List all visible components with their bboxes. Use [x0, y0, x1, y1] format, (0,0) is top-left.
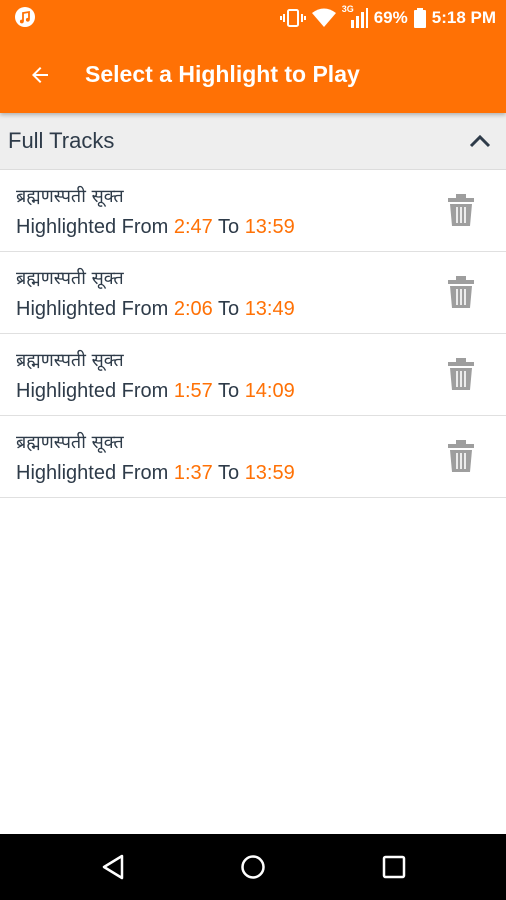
- to-label: To: [218, 216, 240, 238]
- battery-percent: 69%: [373, 8, 408, 27]
- status-icons: 3G 69% 5:18 PM: [279, 4, 496, 32]
- trash-icon: [448, 194, 474, 226]
- trash-icon: [448, 440, 474, 472]
- wifi-icon: [311, 8, 336, 28]
- battery-icon: [413, 8, 426, 28]
- track-title: ब्रह्मणस्पती सूक्त: [16, 186, 124, 207]
- to-time: 13:59: [244, 462, 295, 484]
- network-type-label: 3G: [341, 4, 354, 14]
- track-title: ब्रह्मणस्पती सूक्त: [16, 432, 124, 453]
- nav-back-icon: [102, 854, 124, 880]
- from-label: Highlighted From: [16, 462, 169, 484]
- to-label: To: [218, 298, 240, 320]
- page-title: Select a Highlight to Play: [85, 61, 360, 87]
- collapse-button[interactable]: [460, 121, 500, 161]
- to-label: To: [218, 462, 240, 484]
- section-header-full-tracks[interactable]: Full Tracks: [0, 113, 506, 170]
- nav-home-button[interactable]: [233, 847, 273, 887]
- highlight-item[interactable]: ब्रह्मणस्पती सूक्त Highlighted From 1:37…: [0, 416, 506, 498]
- highlight-list: ब्रह्मणस्पती सूक्त Highlighted From 2:47…: [0, 170, 506, 498]
- track-title: ब्रह्मणस्पती सूक्त: [16, 350, 124, 371]
- status-bar: 3G 69% 5:18 PM: [0, 0, 506, 36]
- clock: 5:18 PM: [431, 8, 496, 27]
- highlight-range: Highlighted From 1:57 To 14:09: [16, 380, 295, 403]
- from-label: Highlighted From: [16, 298, 169, 320]
- nav-back-button[interactable]: [93, 847, 133, 887]
- from-time: 2:47: [173, 216, 213, 238]
- highlight-item[interactable]: ब्रह्मणस्पती सूक्त Highlighted From 1:57…: [0, 334, 506, 416]
- nav-recents-button[interactable]: [374, 847, 414, 887]
- delete-button[interactable]: [441, 190, 481, 230]
- app-bar: 3G 69% 5:18 PM Select a Highlight to Pla…: [0, 0, 506, 113]
- chevron-up-icon: [469, 134, 491, 148]
- nav-recents-icon: [382, 855, 406, 879]
- from-time: 2:06: [173, 298, 213, 320]
- delete-button[interactable]: [441, 272, 481, 312]
- from-label: Highlighted From: [16, 216, 169, 238]
- track-title: ब्रह्मणस्पती सूक्त: [16, 268, 124, 289]
- from-time: 1:37: [173, 462, 213, 484]
- back-button[interactable]: [16, 51, 64, 99]
- arrow-back-icon: [32, 66, 48, 83]
- navigation-bar: [0, 834, 506, 900]
- cellular-signal-icon: 3G: [341, 4, 368, 29]
- nav-home-icon: [241, 855, 265, 879]
- trash-icon: [448, 276, 474, 308]
- to-time: 13:49: [244, 298, 295, 320]
- trash-icon: [448, 358, 474, 390]
- highlight-range: Highlighted From 2:06 To 13:49: [16, 298, 295, 321]
- to-time: 13:59: [244, 216, 295, 238]
- section-title: Full Tracks: [8, 128, 115, 153]
- to-label: To: [218, 380, 240, 402]
- highlight-item[interactable]: ब्रह्मणस्पती सूक्त Highlighted From 2:06…: [0, 252, 506, 334]
- delete-button[interactable]: [441, 436, 481, 476]
- from-time: 1:57: [173, 380, 213, 402]
- highlight-range: Highlighted From 2:47 To 13:59: [16, 216, 295, 239]
- delete-button[interactable]: [441, 354, 481, 394]
- from-label: Highlighted From: [16, 380, 169, 402]
- highlight-item[interactable]: ब्रह्मणस्पती सूक्त Highlighted From 2:47…: [0, 170, 506, 252]
- music-note-icon: [14, 6, 36, 28]
- toolbar: Select a Highlight to Play: [0, 36, 506, 113]
- to-time: 14:09: [244, 380, 295, 402]
- vibrate-icon: [279, 8, 306, 28]
- highlight-range: Highlighted From 1:37 To 13:59: [16, 462, 295, 485]
